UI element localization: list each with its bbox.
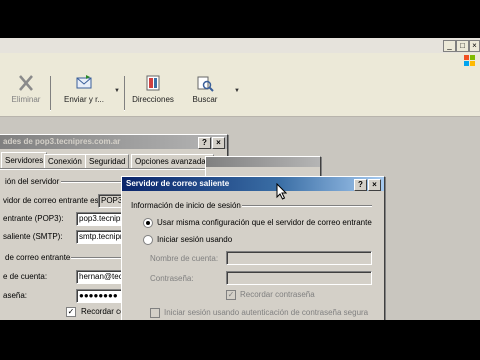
- screen: _ □ × Eliminar Enviar y r... ▼ Direccion…: [0, 38, 480, 320]
- delete-button[interactable]: Eliminar: [8, 74, 44, 104]
- login-using-radio[interactable]: [143, 235, 153, 245]
- maximize-button[interactable]: □: [456, 40, 469, 52]
- login-info-group-label: Información de inicio de sesión: [131, 201, 241, 210]
- addresses-label: Direcciones: [132, 95, 174, 104]
- incoming-type-label: vidor de correo entrante es: [3, 196, 99, 205]
- login-using-label: Iniciar sesión usando: [157, 235, 233, 244]
- tab-advanced-options[interactable]: Opciones avanzadas: [131, 154, 214, 169]
- mouse-cursor-icon: [276, 183, 287, 200]
- app-title-bar: _ □ ×: [0, 38, 480, 54]
- outgoing-server-dialog: Servidor de correo saliente ? × Informac…: [121, 176, 385, 320]
- properties-close-button[interactable]: ×: [212, 137, 225, 149]
- find-dropdown-icon[interactable]: ▼: [234, 88, 240, 94]
- tab-security[interactable]: Seguridad: [85, 154, 130, 169]
- send-receive-button[interactable]: Enviar y r...: [58, 74, 110, 104]
- close-button[interactable]: ×: [469, 40, 480, 52]
- incoming-mail-heading: de correo entrante: [5, 253, 71, 262]
- incoming-server-label: entrante (POP3):: [3, 214, 64, 223]
- remember-password-label: Recordar contraseña: [240, 290, 315, 299]
- account-name-label: e de cuenta:: [3, 272, 48, 281]
- password-input[interactable]: ●●●●●●●●: [76, 289, 126, 303]
- delete-x-icon: [19, 75, 33, 91]
- delete-label: Eliminar: [11, 95, 41, 104]
- find-button[interactable]: Buscar: [188, 74, 222, 104]
- same-config-radio[interactable]: [143, 218, 153, 228]
- outgoing-close-button[interactable]: ×: [368, 179, 381, 191]
- outgoing-dialog-title: Servidor de correo saliente: [122, 177, 384, 191]
- secure-password-auth-label: Iniciar sesión usando autenticación de c…: [164, 308, 369, 317]
- background-dialog-title: [206, 157, 320, 167]
- find-icon: [197, 76, 214, 92]
- send-receive-dropdown-icon[interactable]: ▼: [114, 88, 120, 94]
- windows-logo-icon: [464, 55, 475, 66]
- addresses-button[interactable]: Direcciones: [130, 74, 176, 104]
- outgoing-help-button[interactable]: ?: [354, 179, 367, 191]
- find-label: Buscar: [192, 95, 218, 104]
- properties-dialog-title: ades de pop3.tecnipres.com.ar: [0, 135, 227, 149]
- account-name-input[interactable]: hernan@tecn: [76, 270, 126, 284]
- remember-password-checkbox[interactable]: ✓: [66, 307, 76, 317]
- password-label: Contraseña:: [150, 274, 194, 283]
- remember-password-checkbox[interactable]: ✓: [226, 290, 236, 300]
- background-dialog: [205, 156, 321, 178]
- password-input[interactable]: [226, 271, 372, 285]
- send-receive-icon: [76, 75, 92, 89]
- account-name-label: Nombre de cuenta:: [150, 254, 219, 263]
- same-config-label: Usar misma configuración que el servidor…: [157, 218, 372, 227]
- secure-password-auth-checkbox[interactable]: [150, 308, 160, 318]
- password-label: aseña:: [3, 291, 28, 300]
- tab-connection[interactable]: Conexión: [44, 154, 86, 169]
- incoming-server-input[interactable]: pop3.tecnipr: [76, 212, 126, 226]
- menu-bar: [0, 53, 480, 71]
- outgoing-server-input[interactable]: smtp.tecnipr: [76, 230, 126, 244]
- server-info-heading: ión del servidor: [5, 177, 60, 186]
- account-name-input[interactable]: [226, 251, 372, 265]
- remember-password-label: Recordar co: [81, 307, 125, 316]
- send-receive-label: Enviar y r...: [63, 95, 104, 104]
- tab-servers[interactable]: Servidores: [1, 152, 48, 169]
- properties-help-button[interactable]: ?: [198, 137, 211, 149]
- minimize-button[interactable]: _: [443, 40, 456, 52]
- outgoing-server-label: saliente (SMTP):: [3, 232, 63, 241]
- address-book-icon: [146, 75, 160, 91]
- toolbar: Eliminar Enviar y r... ▼ Direcciones Bus…: [0, 70, 480, 117]
